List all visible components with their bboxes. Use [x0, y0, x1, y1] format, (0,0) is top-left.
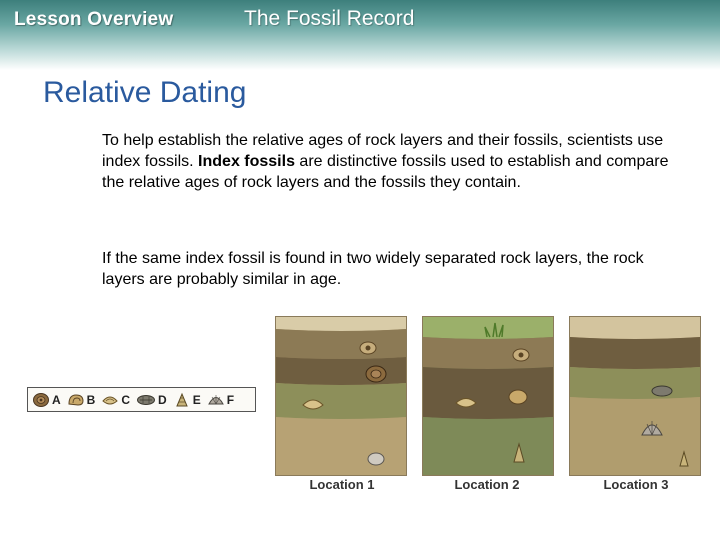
- snail-icon: [68, 393, 84, 406]
- fossil-key-item: C: [101, 392, 134, 408]
- fossil-key-letter: C: [121, 392, 131, 407]
- paragraph-similar-age: If the same index fossil is found in two…: [102, 250, 644, 288]
- lesson-overview-label: Lesson Overview: [14, 9, 174, 30]
- location-2-label: Location 2: [454, 477, 520, 492]
- trilobite-icon: [137, 394, 156, 405]
- ammonite-icon: [359, 341, 377, 355]
- index-fossils-term: Index fossils: [198, 153, 295, 170]
- fossil-key-letter: E: [192, 392, 201, 407]
- nautilus-icon: [175, 392, 188, 406]
- rock-layers-illustration: [423, 317, 553, 475]
- trilobite-icon: [367, 452, 385, 466]
- snail-icon: [508, 389, 528, 405]
- rock-column-location-1: [275, 316, 407, 476]
- rock-column-location-3: [569, 316, 701, 476]
- rock-column-location-2: [422, 316, 554, 476]
- fossil-key-letter: B: [86, 392, 96, 407]
- ammonite-icon: [33, 392, 49, 407]
- fossil-key-letter: A: [52, 392, 61, 407]
- scallop-icon: [207, 394, 224, 404]
- rock-layers-illustration: [276, 317, 406, 475]
- fossil-key: A B C D E F: [27, 387, 256, 412]
- paragraph-index-fossils: To help establish the relative ages of r…: [102, 130, 687, 193]
- location-3-label: Location 3: [603, 477, 669, 492]
- fossil-key-item: A: [32, 392, 65, 408]
- fossil-key-item: E: [173, 392, 205, 408]
- ammonite-icon: [512, 348, 530, 362]
- header-bar: Lesson Overview The Fossil Record: [0, 0, 720, 70]
- fossil-key-item: B: [67, 392, 100, 408]
- fossil-key-letter: F: [226, 392, 235, 407]
- clam-icon: [102, 396, 119, 404]
- location-1-label: Location 1: [309, 477, 375, 492]
- fossil-key-item: D: [136, 392, 171, 408]
- slide-title: Relative Dating: [43, 76, 247, 109]
- fossil-key-item: F: [207, 392, 238, 408]
- fossil-key-letter: D: [158, 392, 167, 407]
- trilobite-icon: [651, 385, 673, 397]
- lesson-title: The Fossil Record: [244, 7, 415, 30]
- snail-icon: [365, 365, 387, 383]
- rock-layers-illustration: [570, 317, 700, 475]
